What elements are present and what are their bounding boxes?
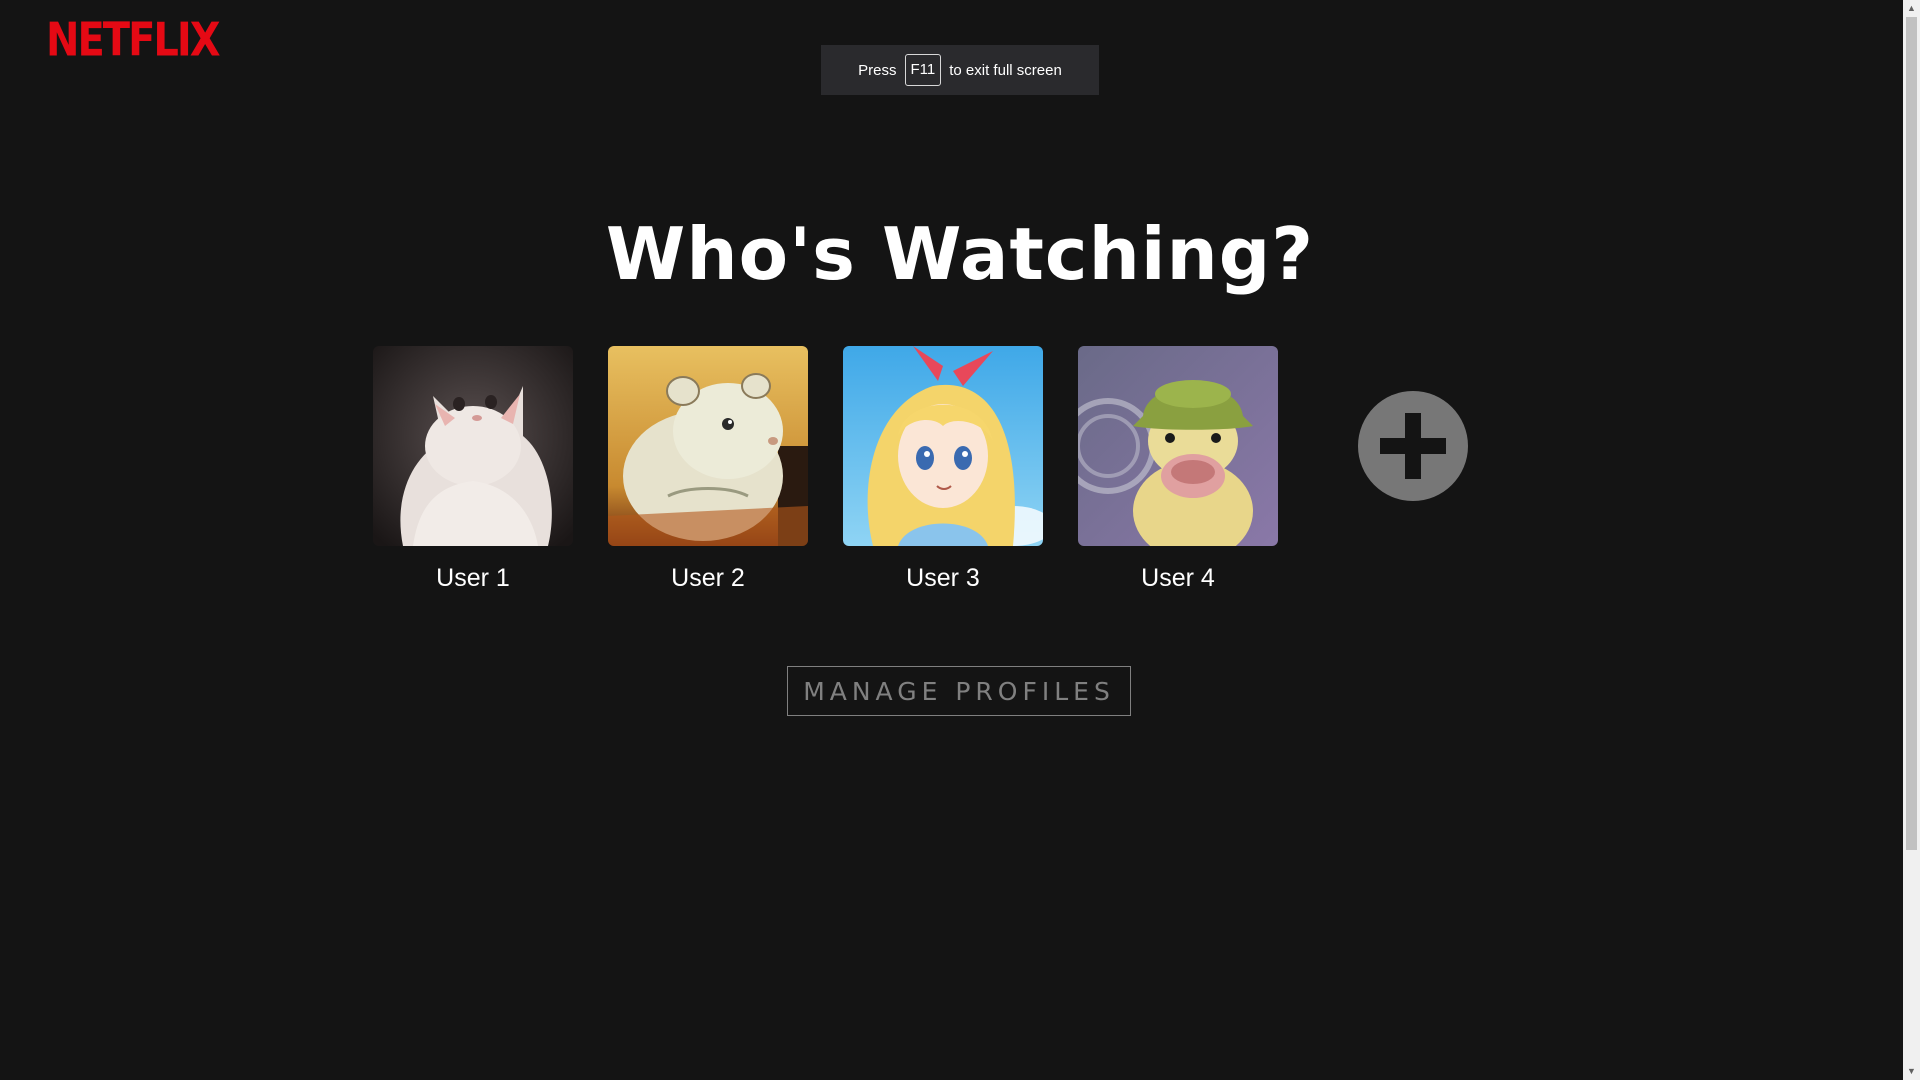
profile-name: User 4 <box>1141 564 1215 592</box>
fullscreen-notice-prefix: Press <box>858 61 897 79</box>
scroll-up-arrow-icon[interactable]: ▲ <box>1903 0 1920 17</box>
profile-name: User 1 <box>436 564 510 592</box>
profile-user-2[interactable]: User 2 <box>608 346 808 593</box>
fullscreen-notice: Press F11 to exit full screen <box>821 45 1099 95</box>
netflix-logo[interactable]: NETFLIX <box>46 14 221 67</box>
add-profile-button[interactable] <box>1358 391 1468 501</box>
fullscreen-notice-suffix: to exit full screen <box>949 61 1062 79</box>
profile-name: User 3 <box>906 564 980 592</box>
f11-key: F11 <box>904 54 942 86</box>
profile-user-3[interactable]: User 3 <box>843 346 1043 593</box>
hamster-cartoon-icon[interactable] <box>608 346 808 546</box>
scroll-down-arrow-icon[interactable]: ▼ <box>1903 1063 1920 1080</box>
page-title: Who's Watching? <box>605 212 1315 296</box>
white-cat-icon[interactable] <box>373 346 573 546</box>
plus-icon <box>1380 413 1446 479</box>
duckling-with-hat-icon[interactable] <box>1078 346 1278 546</box>
anime-girl-icon[interactable] <box>843 346 1043 546</box>
profile-user-4[interactable]: User 4 <box>1078 346 1278 593</box>
profile-selection-page: NETFLIX Press F11 to exit full screen Wh… <box>0 0 1920 1080</box>
scrollbar-thumb[interactable] <box>1906 17 1917 850</box>
vertical-scrollbar[interactable]: ▲ ▼ <box>1903 0 1920 1080</box>
profile-user-1[interactable]: User 1 <box>373 346 573 593</box>
manage-profiles-button[interactable]: MANAGE PROFILES <box>787 666 1131 716</box>
profile-name: User 2 <box>671 564 745 592</box>
